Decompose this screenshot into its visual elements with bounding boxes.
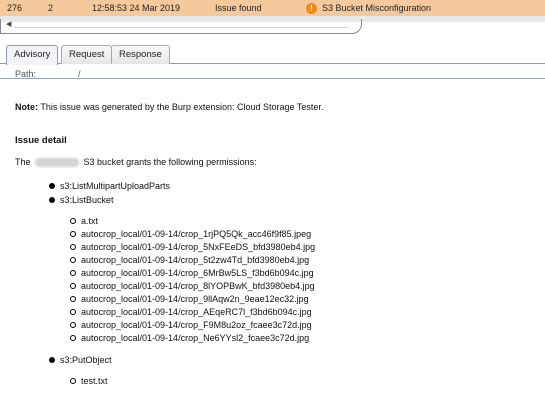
object-item: autocrop_local/01-09-14/crop_1rjPQ5Qk_ac…: [70, 228, 315, 241]
object-item: a.txt: [70, 215, 315, 228]
permissions-list: s3:ListMultipartUploadParts s3:ListBucket…: [49, 179, 315, 396]
lead-suffix: S3 bucket grants the following permissio…: [83, 157, 257, 167]
tab-response[interactable]: Response: [111, 45, 170, 64]
permission-item: s3:ListMultipartUploadParts: [49, 179, 315, 193]
lead-prefix: The: [15, 157, 31, 167]
warning-icon: !: [306, 3, 317, 14]
scroll-left-icon[interactable]: ◀: [6, 20, 11, 28]
permission-item: s3:ListBucket: [49, 193, 315, 207]
issue-type: Issue found: [215, 3, 262, 13]
issue-time: 12:58:53 24 Mar 2019: [92, 3, 181, 13]
object-item: autocrop_local/01-09-14/crop_9llAqw2n_9e…: [70, 293, 315, 306]
object-item: autocrop_local/01-09-14/crop_8lYOPBwK_bf…: [70, 280, 315, 293]
issue-count: 2: [48, 3, 54, 13]
redacted-bucket-name: [35, 158, 80, 168]
divider: [0, 78, 545, 79]
advisory-panel: Path: / Note: This issue was generated b…: [0, 64, 545, 405]
object-list: a.txt autocrop_local/01-09-14/crop_1rjPQ5…: [70, 215, 315, 345]
issue-detail-heading: Issue detail: [15, 135, 67, 146]
object-list: test.txt: [70, 375, 315, 388]
issue-row-selected[interactable]: 276 2 12:58:53 24 Mar 2019 Issue found !…: [0, 0, 545, 16]
object-item: autocrop_local/01-09-14/crop_Ne6YYsl2_fc…: [70, 332, 315, 345]
note-body: This issue was generated by the Burp ext…: [38, 102, 324, 112]
object-item: test.txt: [70, 375, 315, 388]
note-text: Note: This issue was generated by the Bu…: [15, 102, 323, 112]
object-item: autocrop_local/01-09-14/crop_AEqeRC7l_f3…: [70, 306, 315, 319]
permission-item: s3:PutObject: [49, 353, 315, 367]
tab-request[interactable]: Request: [61, 45, 113, 64]
detail-tabs: Advisory Request Response: [0, 38, 545, 65]
object-item: autocrop_local/01-09-14/crop_5t2zw4Td_bf…: [70, 254, 315, 267]
scrollbar-thumb[interactable]: [14, 22, 349, 28]
issue-id: 276: [7, 3, 23, 13]
object-item: autocrop_local/01-09-14/crop_F9M8u2oz_fc…: [70, 319, 315, 332]
issue-name: S3 Bucket Misconfiguration: [322, 3, 432, 13]
tab-advisory[interactable]: Advisory: [6, 45, 59, 65]
object-item: autocrop_local/01-09-14/crop_6MrBw5LS_f3…: [70, 267, 315, 280]
object-item: autocrop_local/01-09-14/crop_5NxFEeDS_bf…: [70, 241, 315, 254]
note-label: Note:: [15, 102, 38, 112]
issue-detail-lead: The S3 bucket grants the following permi…: [15, 157, 257, 168]
horizontal-scrollbar[interactable]: ◀: [0, 17, 545, 34]
